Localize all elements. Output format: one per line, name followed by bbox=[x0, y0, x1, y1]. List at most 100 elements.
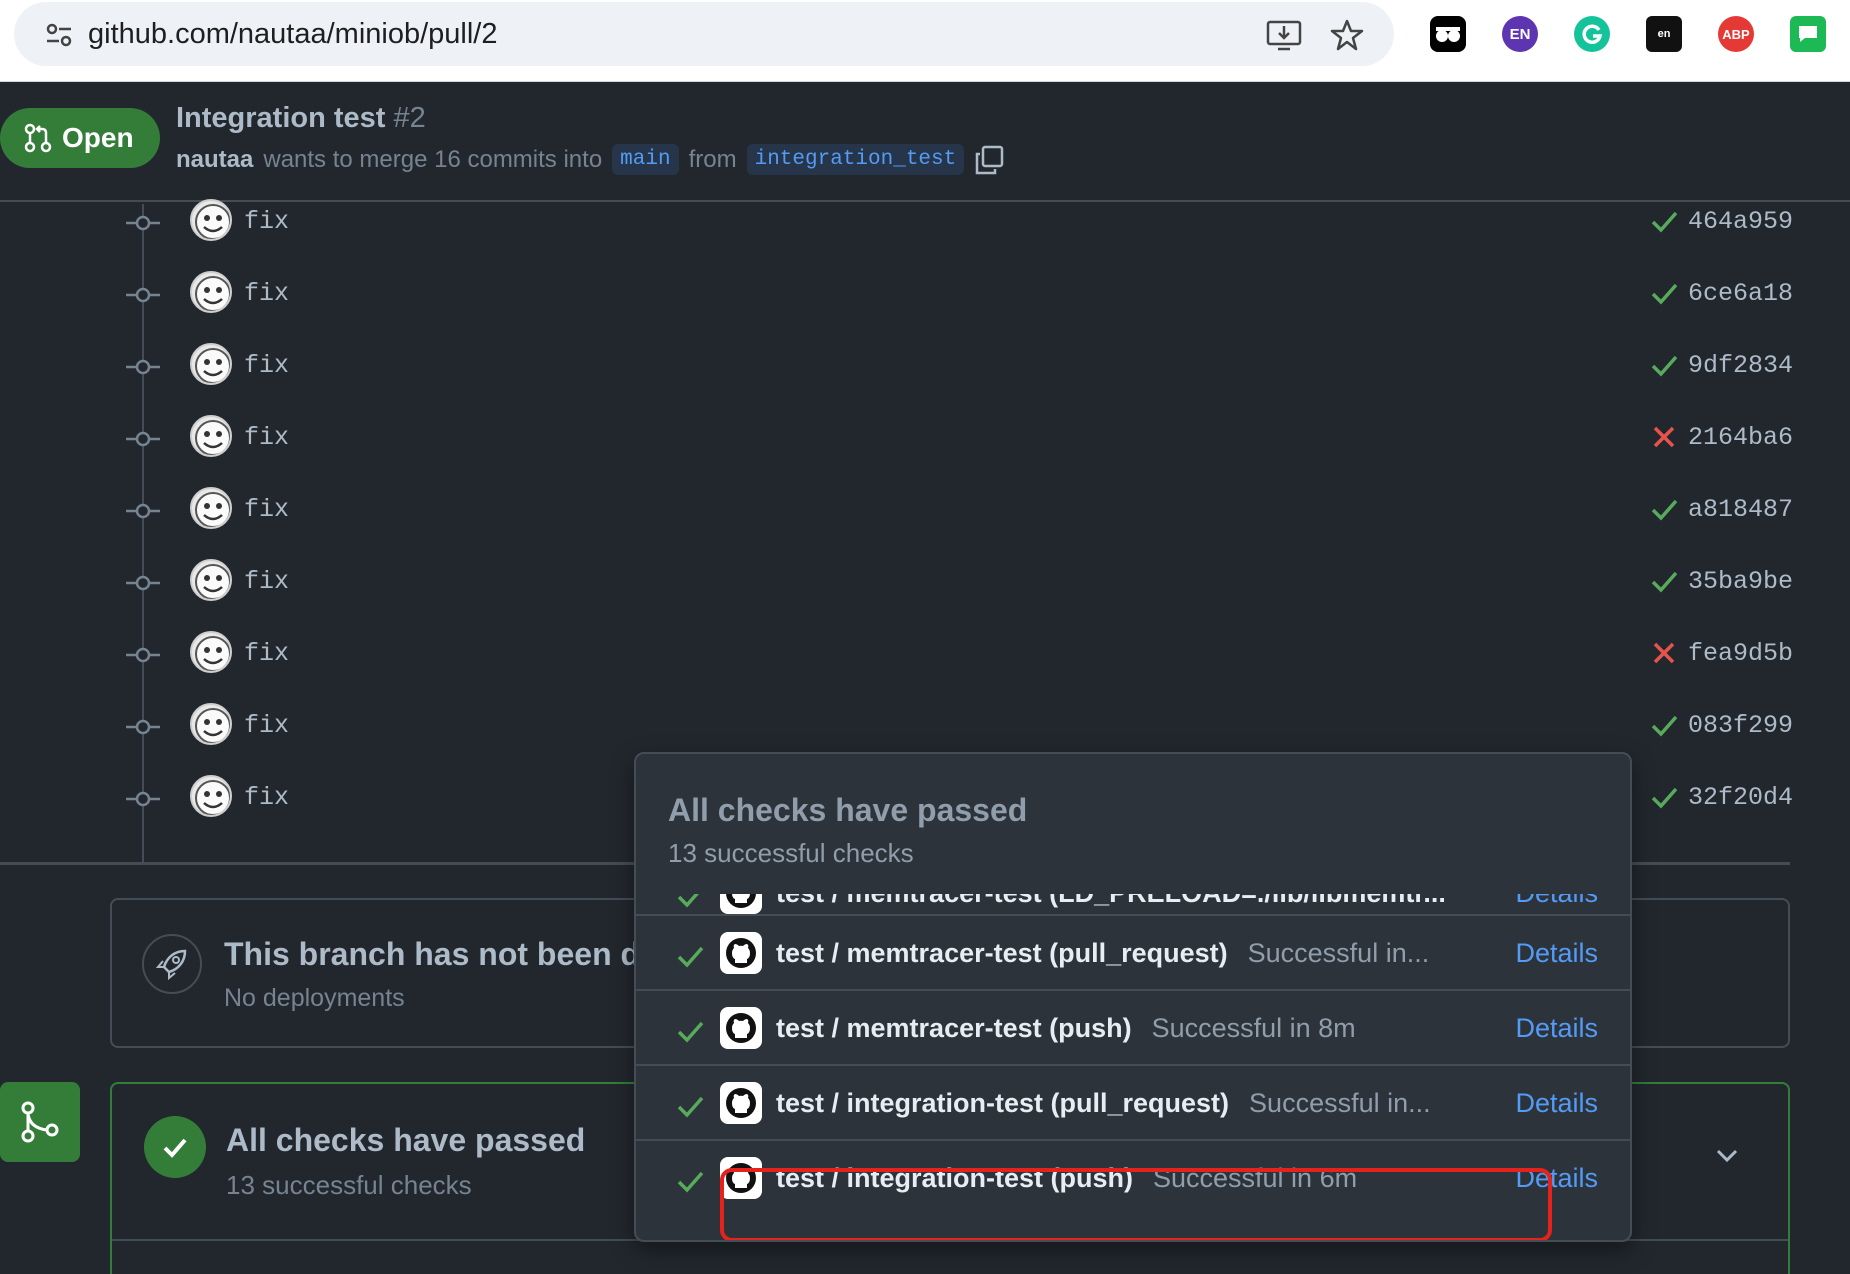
check-name: test / memtracer-test (pull_request) Succ… bbox=[776, 938, 1429, 969]
copy-icon[interactable] bbox=[974, 145, 1004, 175]
check-result: Successful in... bbox=[1249, 1088, 1431, 1118]
popover-subtitle: 13 successful checks bbox=[668, 838, 914, 868]
avatar[interactable] bbox=[190, 271, 232, 313]
check-icon bbox=[677, 946, 704, 968]
avatar[interactable] bbox=[190, 415, 232, 457]
popover-title: All checks have passed bbox=[668, 792, 1028, 828]
checks-popover: All checks have passed 13 successful che… bbox=[634, 752, 1632, 1242]
avatar[interactable] bbox=[190, 775, 232, 817]
check-row[interactable]: test / memtracer-test (push) Successful i… bbox=[636, 989, 1630, 1064]
commit-message[interactable]: fix bbox=[244, 639, 289, 668]
check-icon[interactable] bbox=[1650, 351, 1678, 379]
pull-request-icon bbox=[24, 123, 52, 153]
deployment-title: This branch has not been deployed bbox=[224, 936, 644, 972]
pr-merge-text: wants to merge 16 commits into bbox=[263, 145, 603, 173]
avatar[interactable] bbox=[190, 631, 232, 673]
commit-message[interactable]: fix bbox=[244, 567, 289, 596]
check-row[interactable]: test / integration-test (pull_request) Su… bbox=[636, 1064, 1630, 1139]
pr-meta: nautaa wants to merge 16 commits into ma… bbox=[176, 144, 1004, 175]
commit-node-icon bbox=[126, 647, 160, 663]
commit-sha[interactable]: 083f299 bbox=[1688, 711, 1793, 740]
x-icon[interactable] bbox=[1650, 639, 1678, 667]
check-result: Successful in 8m bbox=[1151, 1013, 1356, 1043]
pr-header: Open Integration test #2 nautaa wants to… bbox=[0, 82, 1850, 202]
check-icon[interactable] bbox=[1650, 495, 1678, 523]
commit-message[interactable]: fix bbox=[244, 207, 289, 236]
avatar[interactable] bbox=[190, 703, 232, 745]
avatar[interactable] bbox=[190, 487, 232, 529]
check-icon[interactable] bbox=[1650, 783, 1678, 811]
commit-sha[interactable]: 35ba9be bbox=[1688, 567, 1793, 596]
check-row[interactable]: test / integration-test (push) Successful… bbox=[636, 1139, 1630, 1214]
avatar[interactable] bbox=[190, 559, 232, 601]
commit-sha[interactable]: fea9d5b bbox=[1688, 639, 1793, 668]
commit-sha[interactable]: 32f20d4 bbox=[1688, 783, 1793, 812]
avatar[interactable] bbox=[190, 343, 232, 385]
dictionary-extension-icon[interactable]: en bbox=[1646, 16, 1682, 52]
pr-author[interactable]: nautaa bbox=[176, 146, 253, 174]
language-extension-icon[interactable]: EN bbox=[1502, 16, 1538, 52]
checks-passed-icon bbox=[144, 1116, 206, 1178]
chevron-down-icon[interactable] bbox=[1712, 1140, 1742, 1170]
git-merge-icon bbox=[0, 1082, 80, 1162]
commit-node-icon bbox=[126, 287, 160, 303]
pr-number: #2 bbox=[393, 102, 426, 134]
checks-subtitle[interactable]: 13 successful checks bbox=[226, 1170, 472, 1201]
check-name-text: test / integration-test (pull_request) bbox=[776, 1088, 1230, 1118]
commit-sha[interactable]: 9df2834 bbox=[1688, 351, 1793, 380]
commit-sha[interactable]: a818487 bbox=[1688, 495, 1793, 524]
details-link[interactable]: Details bbox=[1515, 1013, 1598, 1044]
checks-title: All checks have passed bbox=[226, 1122, 586, 1158]
check-result: Successful in 6m bbox=[1153, 1163, 1358, 1193]
github-icon bbox=[720, 1007, 762, 1049]
base-branch[interactable]: main bbox=[612, 144, 679, 175]
avatar[interactable] bbox=[190, 199, 232, 241]
commit-sha[interactable]: 6ce6a18 bbox=[1688, 279, 1793, 308]
commit-row: fix 083f299 bbox=[0, 699, 1800, 759]
pr-title: Integration test #2 bbox=[176, 102, 426, 135]
grammarly-extension-icon[interactable] bbox=[1574, 16, 1610, 52]
check-icon bbox=[677, 1021, 704, 1043]
popover-header: All checks have passed 13 successful che… bbox=[636, 754, 1630, 894]
commit-message[interactable]: fix bbox=[244, 495, 289, 524]
adblock-extension-icon[interactable]: ABP bbox=[1718, 16, 1754, 52]
chat-extension-icon[interactable] bbox=[1790, 16, 1826, 52]
check-icon[interactable] bbox=[1650, 711, 1678, 739]
browser-toolbar: github.com/nautaa/miniob/pull/2 EN en AB… bbox=[0, 0, 1850, 82]
commit-row: fix 6ce6a18 bbox=[0, 267, 1800, 327]
pr-title-text: Integration test bbox=[176, 102, 386, 134]
details-link[interactable]: Details bbox=[1515, 1088, 1598, 1119]
check-name: test / integration-test (pull_request) Su… bbox=[776, 1088, 1431, 1119]
check-icon[interactable] bbox=[1650, 279, 1678, 307]
check-icon[interactable] bbox=[1650, 207, 1678, 235]
github-icon bbox=[720, 932, 762, 974]
github-icon bbox=[720, 1082, 762, 1124]
commit-row: fix 464a959 bbox=[0, 195, 1800, 255]
commit-sha[interactable]: 464a959 bbox=[1688, 207, 1793, 236]
glasses-extension-icon[interactable] bbox=[1430, 16, 1466, 52]
head-branch[interactable]: integration_test bbox=[746, 144, 965, 175]
commit-message[interactable]: fix bbox=[244, 423, 289, 452]
deployment-subtitle: No deployments bbox=[224, 984, 405, 1012]
commit-row: fix a818487 bbox=[0, 483, 1800, 543]
details-link[interactable]: Details bbox=[1515, 1163, 1598, 1194]
github-icon bbox=[720, 1157, 762, 1199]
commit-message[interactable]: fix bbox=[244, 711, 289, 740]
commit-sha[interactable]: 2164ba6 bbox=[1688, 423, 1793, 452]
x-icon[interactable] bbox=[1650, 423, 1678, 451]
commit-node-icon bbox=[126, 359, 160, 375]
url-text[interactable]: github.com/nautaa/miniob/pull/2 bbox=[88, 18, 497, 51]
bookmark-star-icon[interactable] bbox=[1330, 18, 1364, 52]
details-link[interactable]: Details bbox=[1515, 938, 1598, 969]
commit-message[interactable]: fix bbox=[244, 351, 289, 380]
commit-message[interactable]: fix bbox=[244, 279, 289, 308]
commit-node-icon bbox=[126, 503, 160, 519]
check-name-text: test / memtracer-test (push) bbox=[776, 1013, 1132, 1043]
check-row[interactable]: test / memtracer-test (pull_request) Succ… bbox=[636, 914, 1630, 989]
install-app-icon[interactable] bbox=[1266, 18, 1302, 52]
site-settings-icon[interactable] bbox=[44, 20, 74, 50]
address-bar[interactable]: github.com/nautaa/miniob/pull/2 bbox=[14, 2, 1394, 66]
commit-message[interactable]: fix bbox=[244, 783, 289, 812]
check-icon bbox=[677, 1171, 704, 1193]
check-icon[interactable] bbox=[1650, 567, 1678, 595]
